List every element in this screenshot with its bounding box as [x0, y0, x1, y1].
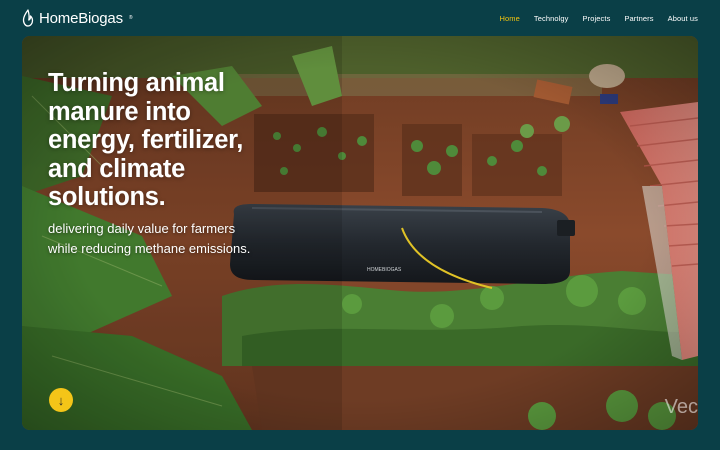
brand-logo[interactable]: HomeBiogas ®	[22, 9, 133, 27]
hero-title: Turning animal manure into energy, ferti…	[48, 69, 348, 212]
hero-title-line: manure into	[48, 97, 191, 126]
hero-content: Turning animal manure into energy, ferti…	[48, 69, 348, 259]
hero-title-line: and climate	[48, 154, 185, 183]
main-nav: Home Technolgy Projects Partners About u…	[499, 14, 698, 23]
nav-about-us[interactable]: About us	[668, 14, 698, 23]
hero-title-line: Turning animal	[48, 69, 225, 97]
video-watermark: Vec	[664, 396, 698, 418]
nav-technology[interactable]: Technolgy	[534, 14, 569, 23]
scroll-down-button[interactable]: ↓	[49, 388, 73, 412]
nav-projects[interactable]: Projects	[583, 14, 611, 23]
registered-mark: ®	[128, 15, 133, 21]
hero-subtitle-line: delivering daily value for farmers	[48, 220, 236, 236]
flame-drop-icon	[22, 9, 34, 27]
hero-title-line: energy, fertilizer,	[48, 126, 244, 154]
hero-title-line: solutions.	[48, 183, 166, 211]
site-header: HomeBiogas ® Home Technolgy Projects Par…	[0, 0, 720, 36]
nav-partners[interactable]: Partners	[624, 14, 653, 23]
hero-section: HOMEBIOGAS Turning animal manure into en…	[22, 36, 698, 430]
hero-subtitle: delivering daily value for farmers while…	[48, 219, 348, 259]
tank-label: HOMEBIOGAS	[367, 267, 402, 273]
arrow-down-icon: ↓	[57, 392, 65, 408]
brand-name: HomeBiogas	[39, 9, 123, 27]
nav-home[interactable]: Home	[499, 14, 519, 23]
hero-subtitle-line: while reducing methane emissions.	[48, 240, 251, 256]
